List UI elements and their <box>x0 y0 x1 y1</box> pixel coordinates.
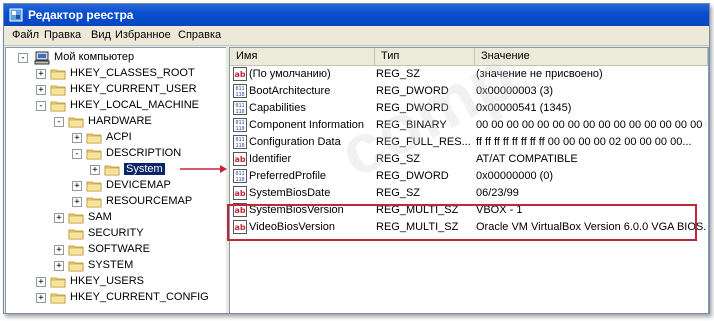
title-bar[interactable]: Редактор реестра <box>4 4 709 26</box>
binary-value-icon: 011110 <box>233 118 247 132</box>
value-row[interactable]: 011 110 PreferredProfile REG_DWORD 0x0000000… <box>230 168 708 185</box>
collapse-icon[interactable]: - <box>72 149 82 159</box>
svg-text:110: 110 <box>235 92 244 98</box>
value-name: Configuration Data <box>249 136 341 148</box>
menu-edit[interactable]: Правка <box>44 29 81 41</box>
tree-item-label: HKEY_CLASSES_ROOT <box>70 67 195 79</box>
value-value: 00 00 00 00 00 00 00 00 00 00 00 00 00 0… <box>476 119 706 131</box>
folder-icon <box>68 229 84 240</box>
folder-icon <box>104 165 120 176</box>
value-name: SystemBiosDate <box>249 187 331 199</box>
folder-icon <box>50 69 66 80</box>
tree-item-label: DEVICEMAP <box>106 179 171 191</box>
folder-icon <box>50 85 66 96</box>
folder-icon <box>50 277 66 288</box>
regedit-app-icon <box>9 8 23 22</box>
folder-icon <box>68 213 84 224</box>
folder-icon <box>86 133 102 144</box>
expand-icon[interactable]: + <box>36 277 46 287</box>
value-type: REG_SZ <box>376 187 421 199</box>
string-value-icon: ab <box>233 152 247 166</box>
open-folder-icon <box>50 101 66 112</box>
binary-value-icon: 011110 <box>233 135 247 149</box>
menu-help[interactable]: Справка <box>178 29 221 41</box>
string-value-icon: ab <box>233 67 247 81</box>
value-name: Identifier <box>249 153 292 165</box>
registry-tree[interactable]: - Мой компьютер + HKEY_CLASSES_ROOT + HKEY_… <box>5 47 227 313</box>
value-value: ff ff ff ff ff ff ff ff 00 00 00 00 02 0… <box>476 136 692 148</box>
tree-item-label: RESOURCEMAP <box>106 195 193 207</box>
column-header-value[interactable]: Значение <box>475 48 708 65</box>
menu-file[interactable]: Файл <box>12 29 39 41</box>
menu-view[interactable]: Вид <box>91 29 111 41</box>
expand-icon[interactable]: + <box>54 261 64 271</box>
column-header-name[interactable]: Имя <box>230 48 375 65</box>
value-name: BootArchitecture <box>249 85 331 97</box>
window-title: Редактор реестра <box>28 8 134 22</box>
svg-text:110: 110 <box>235 126 244 132</box>
tree-item-label: SECURITY <box>88 227 144 239</box>
svg-text:ab: ab <box>234 155 245 164</box>
expand-icon[interactable]: + <box>72 133 82 143</box>
binary-value-icon: 011110 <box>233 84 247 98</box>
expand-icon[interactable]: + <box>54 245 64 255</box>
folder-icon <box>50 293 66 304</box>
value-name: Capabilities <box>249 102 306 114</box>
expand-icon[interactable]: + <box>72 197 82 207</box>
string-value-icon: ab <box>233 186 247 200</box>
value-value: 06/23/99 <box>476 187 519 199</box>
expand-icon[interactable]: + <box>36 85 46 95</box>
tree-item-label: HKEY_CURRENT_USER <box>70 83 197 95</box>
menu-bar: Файл Правка Вид Избранное Справка <box>4 26 709 46</box>
expand-icon[interactable]: + <box>72 181 82 191</box>
tree-item-label: System <box>124 163 165 175</box>
tree-item-label: HKEY_LOCAL_MACHINE <box>70 99 199 111</box>
collapse-icon[interactable]: - <box>18 53 28 63</box>
collapse-icon[interactable]: - <box>54 117 64 127</box>
tree-item-label: SOFTWARE <box>88 243 150 255</box>
open-folder-icon <box>86 149 102 160</box>
expand-icon[interactable]: + <box>36 69 46 79</box>
svg-text:110: 110 <box>235 143 244 149</box>
expand-icon[interactable]: + <box>90 165 100 175</box>
svg-text:110: 110 <box>235 109 244 115</box>
folder-icon <box>68 245 84 256</box>
binary-value-icon: 011110 <box>233 169 247 183</box>
registry-editor-window: Редактор реестра Файл Правка Вид Избранн… <box>3 3 710 314</box>
open-folder-icon <box>68 117 84 128</box>
svg-text:ab: ab <box>234 70 245 79</box>
tree-item-label: SYSTEM <box>88 259 134 271</box>
expand-icon[interactable]: + <box>36 293 46 303</box>
tree-root-label: Мой компьютер <box>54 51 135 63</box>
collapse-icon[interactable]: - <box>36 101 46 111</box>
value-name: PreferredProfile <box>249 170 327 182</box>
value-name: (По умолчанию) <box>249 68 331 80</box>
value-value: 0x00000000 (0) <box>476 170 554 182</box>
tree-item-label: SAM <box>88 211 112 223</box>
folder-icon <box>68 261 84 272</box>
annotation-highlight-box <box>227 204 697 241</box>
tree-item-label: HKEY_CURRENT_CONFIG <box>70 291 209 303</box>
tree-item-label: HARDWARE <box>88 115 152 127</box>
value-value: AT/AT COMPATIBLE <box>476 153 578 165</box>
binary-value-icon: 011110 <box>233 101 247 115</box>
menu-favorites[interactable]: Избранное <box>115 29 171 41</box>
svg-text:ab: ab <box>234 189 245 198</box>
value-row[interactable]: ab SystemBiosDate REG_SZ 06/23/99 <box>230 185 708 202</box>
computer-icon <box>34 51 50 65</box>
tree-item-label: HKEY_USERS <box>70 275 144 287</box>
expand-icon[interactable]: + <box>54 213 64 223</box>
tree-item-label: DESCRIPTION <box>106 147 182 159</box>
value-row[interactable]: ab Identifier REG_SZ AT/AT COMPATIBLE <box>230 151 708 168</box>
folder-icon <box>86 181 102 192</box>
folder-icon <box>86 197 102 208</box>
tree-item-label: ACPI <box>106 131 132 143</box>
svg-text:110: 110 <box>235 177 244 183</box>
